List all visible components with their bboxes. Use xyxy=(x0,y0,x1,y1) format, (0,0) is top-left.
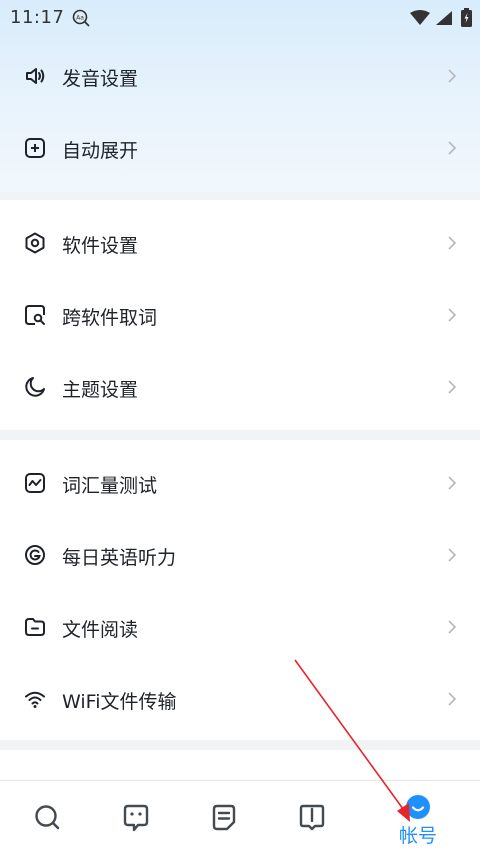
menu-item-file-reading[interactable]: 文件阅读 xyxy=(4,591,476,663)
menu-item-vocabulary-test[interactable]: 词汇量测试 xyxy=(4,447,476,519)
svg-text:Aa: Aa xyxy=(76,15,84,22)
menu-item-wifi-file-transfer[interactable]: WiFi文件传输 xyxy=(4,663,476,735)
tab-book[interactable] xyxy=(264,781,360,854)
settings-group-app: 软件设置 跨软件取词 主题设置 xyxy=(4,200,476,430)
chevron-right-icon xyxy=(448,548,457,562)
account-tab-icon xyxy=(406,795,430,819)
search-tab-icon xyxy=(35,805,60,830)
tab-account[interactable]: 帐号 xyxy=(370,781,466,854)
status-time: 11:17 xyxy=(10,7,65,28)
wifi-status-icon xyxy=(410,10,430,25)
chevron-right-icon xyxy=(448,69,457,83)
chevron-right-icon xyxy=(448,692,457,706)
menu-item-pronunciation-settings[interactable]: 发音设置 xyxy=(4,40,476,112)
translate-status-icon: Aa xyxy=(72,9,90,27)
menu-item-label: 主题设置 xyxy=(62,379,139,401)
plus-square-icon xyxy=(25,138,45,158)
menu-item-label: 发音设置 xyxy=(62,68,139,90)
tab-notes[interactable] xyxy=(176,781,272,854)
menu-item-label: WiFi文件传输 xyxy=(62,691,177,713)
tab-chat[interactable] xyxy=(88,781,184,854)
section-divider xyxy=(0,430,480,440)
menu-item-cross-app-lookup[interactable]: 跨软件取词 xyxy=(4,279,476,351)
wifi-icon xyxy=(25,691,45,708)
menu-item-software-settings[interactable]: 软件设置 xyxy=(4,207,476,279)
chat-tab-icon xyxy=(123,804,149,832)
menu-item-label: 文件阅读 xyxy=(62,619,139,641)
bottom-tab-bar: 帐号 xyxy=(0,780,480,854)
tab-account-label: 帐号 xyxy=(398,825,437,847)
menu-item-label: 自动展开 xyxy=(62,140,139,162)
settings-group-audio: 发音设置 自动展开 xyxy=(4,40,476,192)
menu-item-label: 跨软件取词 xyxy=(62,307,158,329)
moon-icon xyxy=(25,377,45,397)
menu-item-daily-english-listening[interactable]: 每日英语听力 xyxy=(4,519,476,591)
battery-status-icon xyxy=(461,8,472,27)
speaker-icon xyxy=(26,68,45,84)
chart-square-icon xyxy=(25,473,45,493)
chevron-right-icon xyxy=(448,141,457,155)
settings-group-learning: 词汇量测试 每日英语听力 文件阅读 WiFi文件传输 xyxy=(4,440,476,740)
notes-tab-icon xyxy=(212,804,236,831)
menu-item-label: 软件设置 xyxy=(62,235,139,257)
menu-item-label: 词汇量测试 xyxy=(62,475,158,497)
menu-item-auto-expand[interactable]: 自动展开 xyxy=(4,112,476,184)
hexagon-settings-icon xyxy=(25,232,45,254)
chevron-right-icon xyxy=(448,236,457,250)
status-bar: 11:17 Aa xyxy=(0,0,480,36)
section-divider xyxy=(0,740,480,750)
menu-item-theme-settings[interactable]: 主题设置 xyxy=(4,351,476,423)
chevron-right-icon xyxy=(448,308,457,322)
signal-status-icon xyxy=(436,11,452,25)
chevron-right-icon xyxy=(448,620,457,634)
chevron-right-icon xyxy=(448,380,457,394)
folder-icon xyxy=(25,618,45,636)
circle-g-icon xyxy=(25,545,45,565)
section-divider xyxy=(0,192,480,200)
chevron-right-icon xyxy=(448,476,457,490)
book-tab-icon xyxy=(299,804,325,831)
search-square-icon xyxy=(25,305,45,325)
menu-item-label: 每日英语听力 xyxy=(62,547,177,569)
tab-search[interactable] xyxy=(0,781,96,854)
